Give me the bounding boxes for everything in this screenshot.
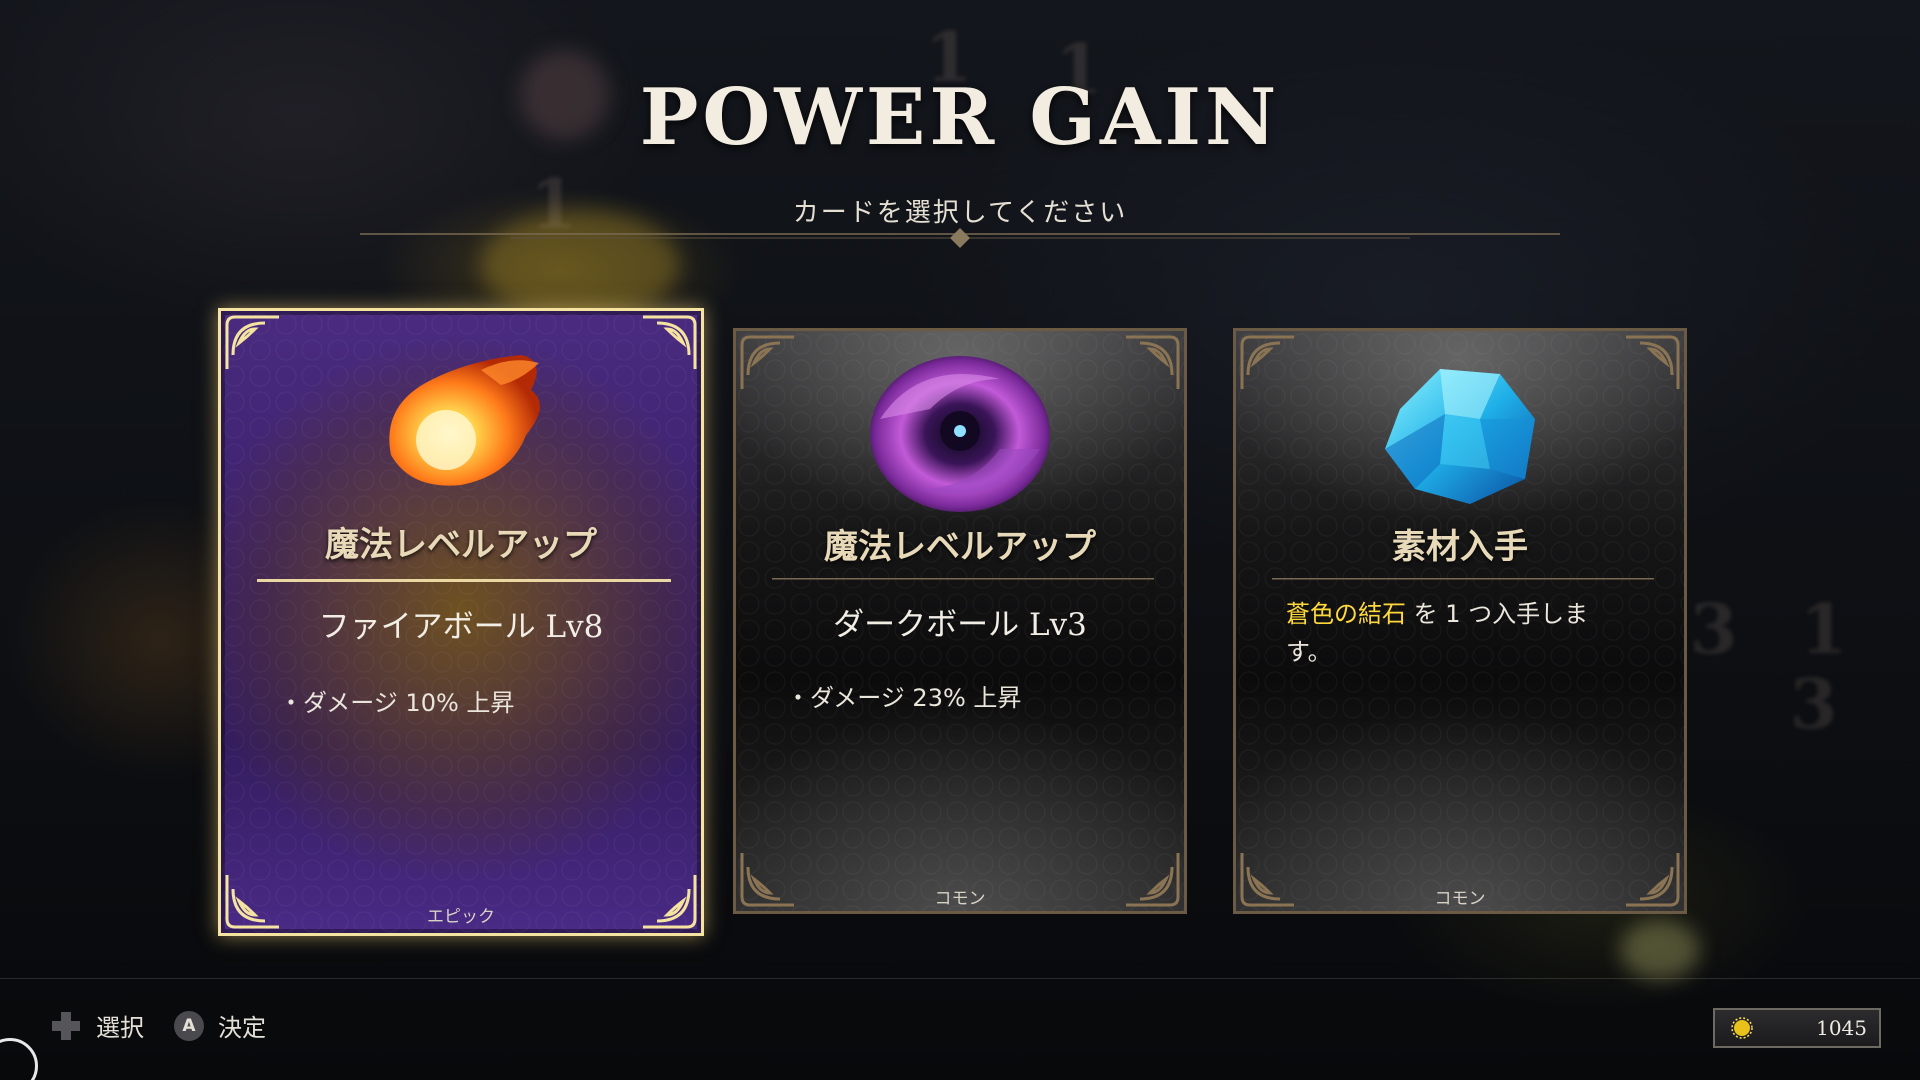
card-rarity: エピック: [427, 907, 495, 927]
background-number: 3: [1790, 665, 1838, 745]
currency-value: 1045: [1816, 1016, 1867, 1040]
card-name: 魔法レベルアップ: [325, 525, 597, 565]
card-spell: ファイアボール Lv8: [318, 609, 604, 645]
background-glow: [1620, 920, 1700, 980]
card-rarity: コモン: [934, 889, 986, 909]
corner-ornament-icon: [643, 315, 697, 369]
card-divider: [772, 578, 1154, 580]
confirm-hint-label: 決定: [218, 1014, 266, 1042]
gold-coin-icon: [1731, 1017, 1753, 1039]
title-divider: [360, 228, 1560, 248]
background-number: 3: [1690, 590, 1738, 670]
game-screen: 1 1 1 3 1 3 POWER GAIN カードを選択してください 魔法レベ…: [0, 0, 1920, 1080]
card-description: 蒼色の結石 を 1 つ入手します。: [1286, 595, 1624, 671]
card-material[interactable]: 素材入手 蒼色の結石 を 1 つ入手します。 コモン: [1233, 328, 1687, 914]
card-divider: [1272, 578, 1654, 580]
corner-ornament-icon: [1626, 335, 1680, 389]
select-hint-label: 選択: [96, 1014, 144, 1042]
corner-ornament-icon: [740, 335, 794, 389]
screen-title: POWER GAIN: [639, 72, 1281, 163]
currency-display: 1045: [1713, 1008, 1881, 1048]
control-hints: 選択 A 決定: [50, 1008, 266, 1043]
corner-ornament-icon: [1240, 335, 1294, 389]
card-divider: [257, 579, 671, 582]
screen-subtitle: カードを選択してください: [792, 198, 1128, 228]
card-name: 素材入手: [1392, 527, 1528, 567]
corner-ornament-icon: [1126, 335, 1180, 389]
card-name: 魔法レベルアップ: [824, 527, 1096, 567]
card-effect: ・ダメージ 10% 上昇: [279, 689, 515, 717]
card-effect: ・ダメージ 23% 上昇: [786, 684, 1022, 712]
card-fireball[interactable]: 魔法レベルアップ ファイアボール Lv8 ・ダメージ 10% 上昇 エピック: [218, 308, 704, 936]
a-button-icon: A: [174, 1010, 204, 1041]
blue-crystal-icon: [1385, 369, 1535, 504]
fireball-icon: [389, 355, 540, 486]
footer-divider: [0, 978, 1920, 979]
item-name-highlight: 蒼色の結石: [1286, 600, 1406, 628]
card-spell: ダークボール Lv3: [833, 607, 1087, 643]
card-darkball[interactable]: 魔法レベルアップ ダークボール Lv3 ・ダメージ 23% 上昇 コモン: [733, 328, 1187, 914]
background-number: 1: [1800, 590, 1848, 670]
dpad-icon: [52, 1011, 80, 1040]
card-rarity: コモン: [1434, 889, 1486, 909]
dark-orb-icon: [870, 356, 1050, 512]
corner-ornament-icon: [225, 315, 279, 369]
cursor-icon: [0, 1038, 38, 1080]
